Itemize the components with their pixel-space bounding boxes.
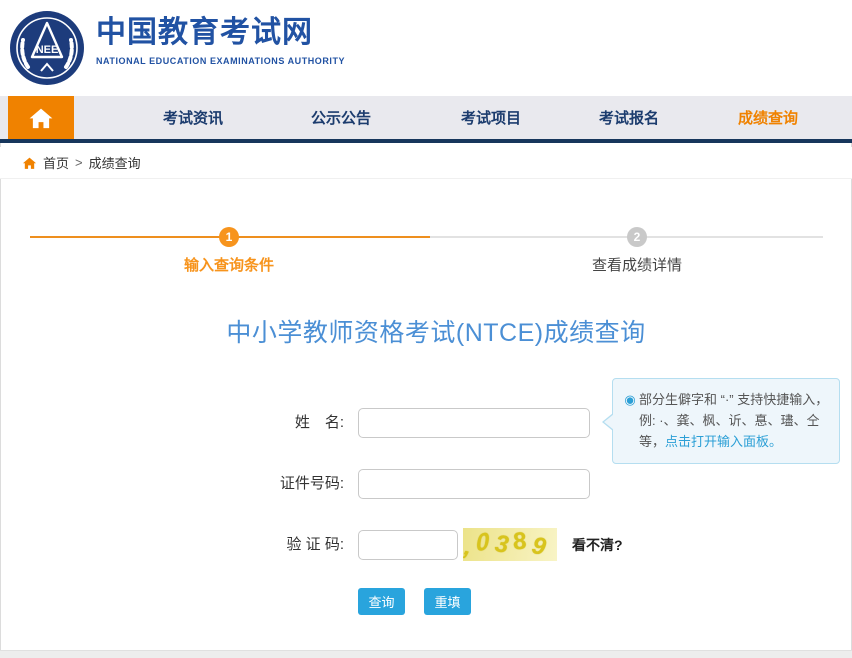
id-number-label: 证件号码: <box>254 469 344 499</box>
captcha-noise: , <box>463 534 475 561</box>
nav-item-exam-programs[interactable]: 考试项目 <box>461 96 521 139</box>
step2-circle: 2 <box>627 227 647 247</box>
name-input[interactable] <box>358 408 590 438</box>
neea-emblem-icon: NEE <box>8 9 86 87</box>
breadcrumb-home-icon <box>22 156 37 170</box>
nav-item-exam-news[interactable]: 考试资讯 <box>163 96 223 139</box>
step1-circle: 1 <box>219 227 239 247</box>
name-label: 姓 名: <box>254 408 344 438</box>
step1-label: 输入查询条件 <box>184 254 274 275</box>
neea-logo[interactable]: NEE <box>8 9 86 87</box>
site-title: 中国教育考试网 <box>96 16 345 50</box>
breadcrumb: 首页 > 成绩查询 <box>0 147 852 179</box>
breadcrumb-separator: > <box>75 155 83 170</box>
captcha-input[interactable] <box>358 530 458 560</box>
captcha-label: 验 证 码: <box>254 530 344 560</box>
captcha-digit: 9 <box>529 532 548 561</box>
progress-steps: 1 2 输入查询条件 查看成绩详情 <box>0 200 852 280</box>
home-icon <box>28 106 54 130</box>
site-subtitle: NATIONAL EDUCATION EXAMINATIONS AUTHORIT… <box>96 56 345 66</box>
main-nav: 考试资讯 公示公告 考试项目 考试报名 成绩查询 <box>0 96 852 143</box>
breadcrumb-home-link[interactable]: 首页 <box>43 153 69 172</box>
query-button[interactable]: 查询 <box>358 588 405 615</box>
step2-label: 查看成绩详情 <box>592 254 682 275</box>
rare-character-tooltip: ◉ 部分生僻字和 “·” 支持快捷输入，例: ·、龚、枫、䜣、惪、璶、仝等，点击… <box>612 378 840 464</box>
svg-text:NEE: NEE <box>36 44 59 56</box>
open-input-panel-link[interactable]: 点击打开输入面板。 <box>665 434 782 449</box>
site-header: NEE 中国教育考试网 NATIONAL EDUCATION EXAMINATI… <box>0 0 852 96</box>
id-number-input[interactable] <box>358 469 590 499</box>
score-query-page: NEE 中国教育考试网 NATIONAL EDUCATION EXAMINATI… <box>0 0 852 658</box>
captcha-digit: 3 <box>493 530 510 560</box>
site-brand[interactable]: 中国教育考试网 NATIONAL EDUCATION EXAMINATIONS … <box>96 16 345 66</box>
breadcrumb-current: 成绩查询 <box>89 153 141 172</box>
captcha-image[interactable]: , 0 3 8 9 <box>463 528 557 561</box>
nav-item-public-notice[interactable]: 公示公告 <box>311 96 371 139</box>
page-title: 中小学教师资格考试(NTCE)成绩查询 <box>0 313 852 349</box>
radio-bullet-icon: ◉ <box>621 389 639 452</box>
captcha-digit: 0 <box>476 528 490 558</box>
footer-strip <box>0 650 852 658</box>
nav-item-score-query[interactable]: 成绩查询 <box>738 96 798 139</box>
reset-button[interactable]: 重填 <box>424 588 471 615</box>
captcha-digit: 8 <box>510 528 529 556</box>
captcha-refresh-link[interactable]: 看不清? <box>572 535 623 555</box>
tooltip-text: 部分生僻字和 “·” 支持快捷输入，例: ·、龚、枫、䜣、惪、璶、仝等，点击打开… <box>639 389 829 452</box>
nav-home-button[interactable] <box>8 96 74 139</box>
nav-item-exam-registration[interactable]: 考试报名 <box>599 96 659 139</box>
